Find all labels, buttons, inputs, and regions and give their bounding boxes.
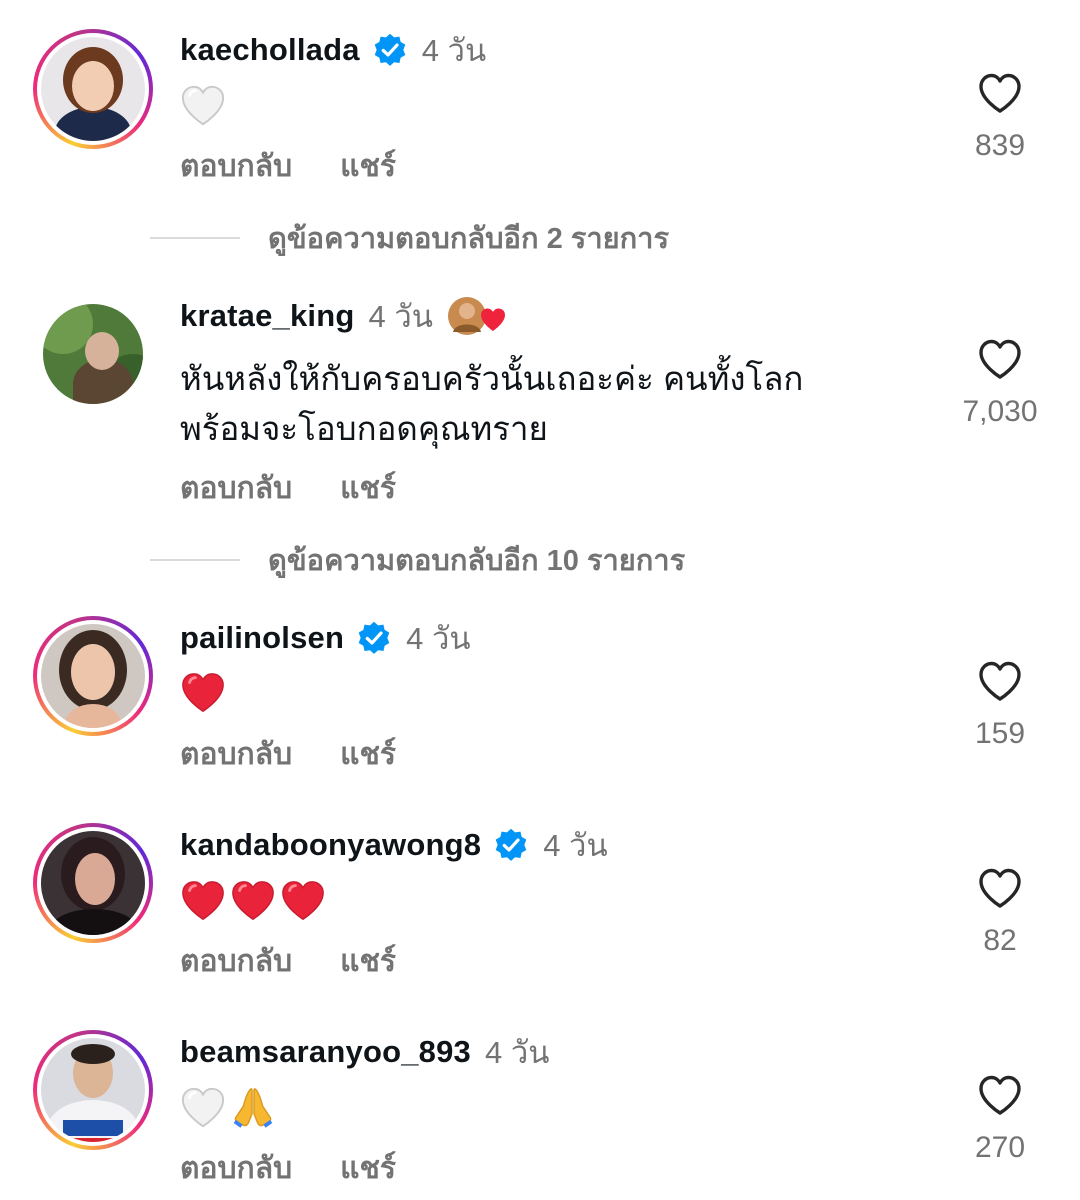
share-button[interactable]: แชร์ [340, 1145, 396, 1192]
share-button[interactable]: แชร์ [340, 731, 396, 778]
username[interactable]: kandaboonyawong8 [180, 827, 481, 863]
comment-actions: ตอบกลับ แชร์ [180, 143, 396, 190]
comment-text: หันหลังให้กับครอบครัวนั้นเถอะค่ะ คนทั้งโ… [180, 354, 803, 454]
avatar [41, 37, 145, 141]
avatar-story-ring[interactable] [33, 1030, 153, 1150]
heart-icon[interactable] [976, 658, 1024, 706]
share-button[interactable]: แชร์ [340, 938, 396, 985]
verified-badge-icon [493, 827, 529, 863]
red-heart-emoji-icon [180, 878, 226, 924]
comment-actions: ตอบกลับ แชร์ [180, 1145, 396, 1192]
avatar-heart-sticker-icon [445, 294, 509, 338]
avatar-story-ring[interactable] [33, 823, 153, 943]
share-button[interactable]: แชร์ [340, 143, 396, 190]
heart-icon[interactable] [976, 336, 1024, 384]
verified-badge-icon [356, 620, 392, 656]
view-replies-label: ดูข้อความตอบกลับอีก 10 รายการ [268, 545, 686, 577]
like-count: 7,030 [962, 395, 1038, 428]
comment-header: beamsaranyoo_893 4 วัน [180, 1032, 549, 1072]
like-control: 159 [920, 658, 1080, 751]
timestamp: 4 วัน [406, 621, 471, 656]
verified-badge-icon [372, 32, 408, 68]
comment-actions: ตอบกลับ แชร์ [180, 938, 396, 985]
white-heart-emoji-icon [180, 1085, 226, 1131]
comment-text [180, 878, 326, 924]
avatar[interactable] [43, 304, 143, 404]
like-control: 839 [920, 70, 1080, 163]
divider-line [150, 559, 240, 561]
comment-text-line: พร้อมจะโอบกอดคุณทราย [180, 410, 548, 447]
heart-icon[interactable] [976, 70, 1024, 118]
username[interactable]: pailinolsen [180, 620, 344, 656]
username[interactable]: kratae_king [180, 298, 355, 334]
comment-text [180, 1085, 276, 1131]
view-replies-button[interactable]: ดูข้อความตอบกลับอีก 10 รายการ [150, 537, 685, 583]
timestamp: 4 วัน [368, 299, 433, 334]
like-control: 270 [920, 1072, 1080, 1165]
timestamp: 4 วัน [543, 828, 608, 863]
like-count: 270 [974, 1131, 1026, 1164]
heart-icon[interactable] [976, 1072, 1024, 1120]
avatar-story-ring[interactable] [33, 29, 153, 149]
view-replies-label: ดูข้อความตอบกลับอีก 2 รายการ [268, 223, 670, 255]
comment-header: kratae_king 4 วัน [180, 296, 509, 336]
reply-button[interactable]: ตอบกลับ [180, 1145, 292, 1192]
reply-button[interactable]: ตอบกลับ [180, 938, 292, 985]
username[interactable]: kaechollada [180, 32, 360, 68]
like-control: 7,030 [920, 336, 1080, 429]
white-heart-emoji-icon [180, 83, 226, 129]
divider-line [150, 237, 240, 239]
red-heart-emoji-icon [230, 878, 276, 924]
username[interactable]: beamsaranyoo_893 [180, 1034, 471, 1070]
like-count: 839 [974, 129, 1026, 162]
comment-header: kandaboonyawong8 4 วัน [180, 825, 608, 865]
comment-text [180, 83, 226, 129]
heart-icon[interactable] [976, 865, 1024, 913]
comment-text [180, 670, 226, 716]
timestamp: 4 วัน [484, 1035, 550, 1070]
timestamp: 4 วัน [421, 33, 487, 68]
comment-actions: ตอบกลับ แชร์ [180, 465, 396, 512]
reply-button[interactable]: ตอบกลับ [180, 143, 292, 190]
red-heart-emoji-icon [280, 878, 326, 924]
avatar [41, 831, 145, 935]
like-control: 82 [920, 865, 1080, 958]
avatar-story-ring[interactable] [33, 616, 153, 736]
like-count: 159 [974, 717, 1026, 750]
like-count: 82 [983, 924, 1017, 957]
folded-hands-emoji-icon [230, 1085, 276, 1131]
red-heart-emoji-icon [180, 670, 226, 716]
avatar [41, 1038, 145, 1142]
view-replies-button[interactable]: ดูข้อความตอบกลับอีก 2 รายการ [150, 215, 669, 261]
comment-text-line: หันหลังให้กับครอบครัวนั้นเถอะค่ะ คนทั้งโ… [180, 360, 804, 397]
comment-header: kaechollada 4 วัน [180, 30, 486, 70]
reply-button[interactable]: ตอบกลับ [180, 465, 292, 512]
reply-button[interactable]: ตอบกลับ [180, 731, 292, 778]
share-button[interactable]: แชร์ [340, 465, 396, 512]
comment-actions: ตอบกลับ แชร์ [180, 731, 396, 778]
avatar [41, 624, 145, 728]
comment-header: pailinolsen 4 วัน [180, 618, 471, 658]
